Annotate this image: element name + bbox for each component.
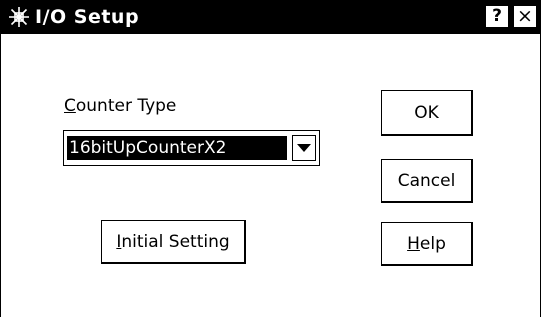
io-setup-dialog: I/O Setup ? × Counter Type 16bitUpCounte… [0, 0, 541, 317]
cancel-button[interactable]: Cancel [381, 159, 473, 203]
title-bar[interactable]: I/O Setup ? × [1, 0, 540, 34]
initial-setting-rest: nitial Setting [121, 232, 230, 252]
dropdown-arrow-button[interactable] [292, 135, 316, 161]
counter-type-label: Counter Type [64, 96, 176, 116]
help-button-accel: H [407, 234, 420, 254]
initial-setting-button[interactable]: Initial Setting [101, 220, 246, 264]
help-button-rest: elp [419, 234, 446, 254]
ok-button[interactable]: OK [381, 90, 473, 136]
chevron-down-icon [297, 144, 311, 152]
counter-type-label-accel: C [64, 96, 76, 116]
window-title: I/O Setup [35, 6, 140, 28]
help-button[interactable]: Help [381, 222, 473, 266]
close-button[interactable]: × [513, 5, 537, 28]
counter-type-label-rest: ounter Type [75, 96, 177, 116]
counter-type-dropdown[interactable]: 16bitUpCounterX2 [63, 130, 320, 166]
help-titlebar-button[interactable]: ? [485, 5, 509, 28]
counter-type-selected-value[interactable]: 16bitUpCounterX2 [67, 136, 287, 160]
io-setup-icon [7, 5, 31, 29]
